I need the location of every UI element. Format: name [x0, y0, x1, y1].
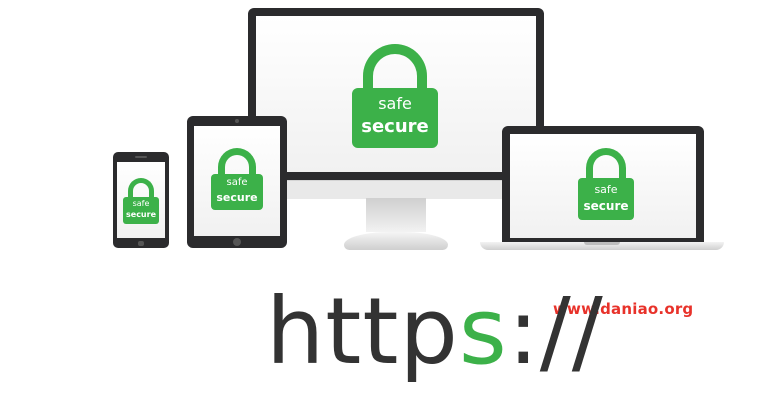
monitor-stand-base — [344, 232, 448, 250]
lock-body: safe secure — [123, 197, 159, 224]
phone-home-button — [138, 241, 144, 246]
tablet-camera — [235, 119, 239, 123]
lock-secure-label: secure — [583, 199, 629, 213]
tablet: safe secure — [187, 116, 287, 248]
lock-safe-label: safe — [594, 183, 618, 196]
lock-body: safe secure — [211, 174, 263, 210]
lock-safe-label: safe — [226, 177, 248, 188]
lock-secure-label: secure — [126, 210, 156, 219]
lock-icon: safe secure — [352, 44, 438, 148]
lock-safe-label: safe — [132, 199, 150, 208]
lock-safe-label: safe — [378, 94, 412, 113]
lock-icon: safe secure — [123, 178, 159, 224]
lock-icon: safe secure — [578, 148, 634, 220]
https-headline: https:// — [266, 286, 604, 378]
laptop: safe secure — [480, 126, 724, 254]
monitor-stand — [366, 198, 426, 232]
lock-body: safe secure — [578, 178, 634, 220]
lock-secure-label: secure — [361, 116, 429, 137]
https-headline-accent: s — [458, 278, 508, 385]
https-headline-main: http — [266, 278, 459, 385]
laptop-notch — [584, 242, 620, 245]
lock-body: safe secure — [352, 88, 438, 148]
smartphone: safe secure — [113, 152, 169, 248]
tablet-home-button — [233, 238, 241, 246]
https-headline-suffix: :// — [507, 278, 604, 385]
lock-icon: safe secure — [211, 148, 263, 210]
lock-secure-label: secure — [216, 191, 258, 204]
phone-speaker — [135, 156, 147, 158]
